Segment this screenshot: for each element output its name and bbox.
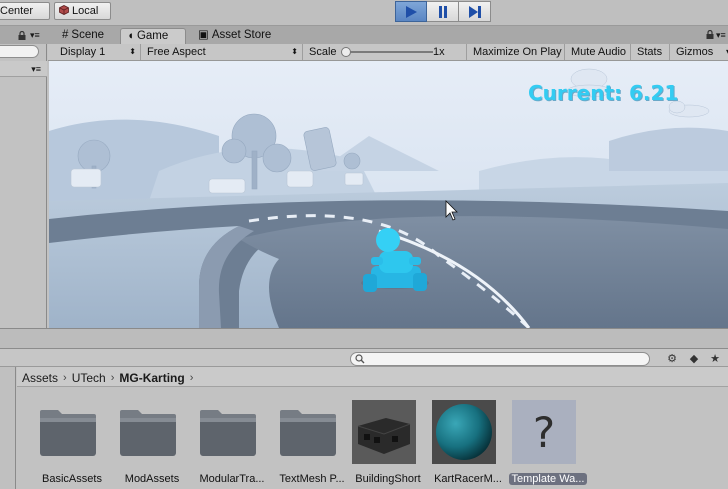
play-icon	[406, 5, 417, 18]
lock-icon[interactable]	[18, 31, 26, 40]
asset-item[interactable]: BuildingShort	[339, 397, 421, 487]
maximize-on-play-toggle[interactable]: Maximize On Play	[467, 44, 565, 60]
tab-scene[interactable]: # Scene	[56, 28, 110, 44]
scale-label: Scale	[309, 46, 337, 58]
stats-toggle[interactable]: Stats	[631, 44, 670, 60]
tab-scene-label: Scene	[71, 29, 105, 41]
project-toolbar: ⚙ ◆ ★	[0, 349, 728, 367]
aspect-label: Free Aspect	[147, 46, 206, 58]
asset-item[interactable]: ? Template Wa...	[499, 397, 588, 487]
pacman-icon: ◖	[127, 30, 134, 42]
filter-by-type-icon[interactable]: ⚙	[664, 351, 680, 366]
asset-item[interactable]: TextMesh P...	[263, 397, 345, 487]
grid-icon: #	[62, 29, 69, 41]
stats-label: Stats	[637, 46, 663, 58]
main-toolbar: Center Local	[0, 0, 728, 26]
tab-asset-store[interactable]: ▣ Asset Store	[192, 28, 277, 44]
tab-asset-store-label: Asset Store	[211, 29, 272, 41]
play-controls	[395, 1, 491, 22]
game-viewport[interactable]: Current: 6.21	[49, 61, 728, 328]
gizmos-label: Gizmos	[676, 46, 714, 58]
svg-text:?: ?	[533, 408, 555, 457]
breadcrumb-assets[interactable]: Assets	[22, 371, 58, 385]
folder-icon	[280, 410, 336, 456]
panel-menu-icon[interactable]: ▾≡	[716, 30, 726, 41]
updown-icon: ⬍	[291, 47, 298, 56]
chevron-right-icon: ›	[189, 371, 194, 384]
breadcrumb: Assets › UTech › MG-Karting ›	[17, 367, 728, 387]
mute-audio-toggle[interactable]: Mute Audio	[565, 44, 631, 60]
scale-slider-thumb[interactable]	[341, 47, 351, 57]
tab-game-label: Game	[136, 30, 169, 42]
tab-game[interactable]: ◖ Game	[120, 28, 186, 44]
step-button[interactable]	[459, 1, 491, 22]
asset-grid: BasicAssets ModAssets ModularTra... Text…	[17, 389, 728, 489]
gizmos-dropdown[interactable]: Gizmos ▾	[670, 44, 728, 60]
project-folder-tree	[0, 367, 16, 489]
search-icon	[355, 354, 365, 364]
asset-item[interactable]: ModularTra...	[183, 397, 265, 487]
asset-item[interactable]: ModAssets	[103, 397, 181, 487]
updown-icon: ⬍	[129, 47, 136, 56]
chevron-right-icon: ›	[63, 371, 67, 384]
pivot-local-button[interactable]: Local	[54, 2, 111, 20]
breadcrumb-utech[interactable]: UTech	[72, 371, 106, 385]
maximize-label: Maximize On Play	[473, 46, 562, 58]
question-mark-icon: ?	[512, 400, 576, 464]
mute-label: Mute Audio	[571, 46, 627, 58]
project-search-input[interactable]	[350, 352, 650, 366]
project-panel: ⚙ ◆ ★ Assets › UTech › MG-Karting › BasicAsse…	[0, 348, 728, 489]
pivot-center-button[interactable]: Center	[0, 2, 50, 20]
folder-icon	[40, 410, 96, 456]
cube-icon	[59, 5, 69, 15]
folder-icon	[200, 410, 256, 456]
lock-icon	[706, 29, 714, 39]
store-icon: ▣	[198, 29, 209, 41]
asset-item[interactable]: KartRacerM...	[419, 397, 502, 487]
scale-slider-track[interactable]	[345, 51, 433, 53]
asset-item[interactable]: BasicAssets	[23, 397, 102, 487]
scale-value: 1x	[433, 46, 445, 58]
pause-icon	[438, 5, 447, 18]
view-tabs: ▾≡ # Scene ◖ Game ▣ Asset Store ▾≡	[0, 26, 728, 44]
display-label: Display 1	[60, 46, 106, 58]
pause-button[interactable]	[427, 1, 459, 22]
scale-control[interactable]: Scale 1x	[303, 44, 467, 60]
current-speed-text: Current: 6.21	[528, 81, 679, 105]
material-sphere-icon	[432, 400, 496, 464]
folder-icon	[120, 410, 176, 456]
chevron-right-icon: ›	[110, 371, 115, 384]
asset-label: Template Wa...	[499, 473, 597, 485]
hierarchy-search-input[interactable]	[0, 45, 39, 58]
hierarchy-panel: ▾≡	[0, 44, 47, 330]
hierarchy-menu-bar: ▾≡	[0, 61, 47, 77]
panel-menu-icon[interactable]: ▾≡	[31, 64, 41, 75]
breadcrumb-mg-karting[interactable]: MG-Karting	[119, 371, 184, 385]
unity-editor: Center Local ▾≡ # Scene ◖ Game ▣ Asset Stor…	[0, 0, 728, 489]
step-icon	[468, 5, 481, 18]
asset-label-text: Template Wa...	[508, 473, 588, 485]
pivot-center-label: Center	[0, 5, 34, 17]
favorite-star-icon[interactable]: ★	[707, 351, 723, 366]
panel-splitter[interactable]	[0, 328, 728, 348]
play-button[interactable]	[395, 1, 427, 22]
aspect-dropdown[interactable]: Free Aspect ⬍	[141, 44, 303, 60]
display-dropdown[interactable]: Display 1 ⬍	[54, 44, 141, 60]
game-view-header: Display 1 ⬍ Free Aspect ⬍ Scale 1x Maximiz…	[48, 44, 728, 61]
panel-menu-icon[interactable]: ▾≡	[30, 30, 40, 41]
lock-icon-right[interactable]	[706, 29, 714, 42]
pivot-local-label: Local	[72, 5, 99, 17]
building-prefab-icon	[352, 400, 416, 464]
filter-by-label-icon[interactable]: ◆	[686, 351, 702, 366]
